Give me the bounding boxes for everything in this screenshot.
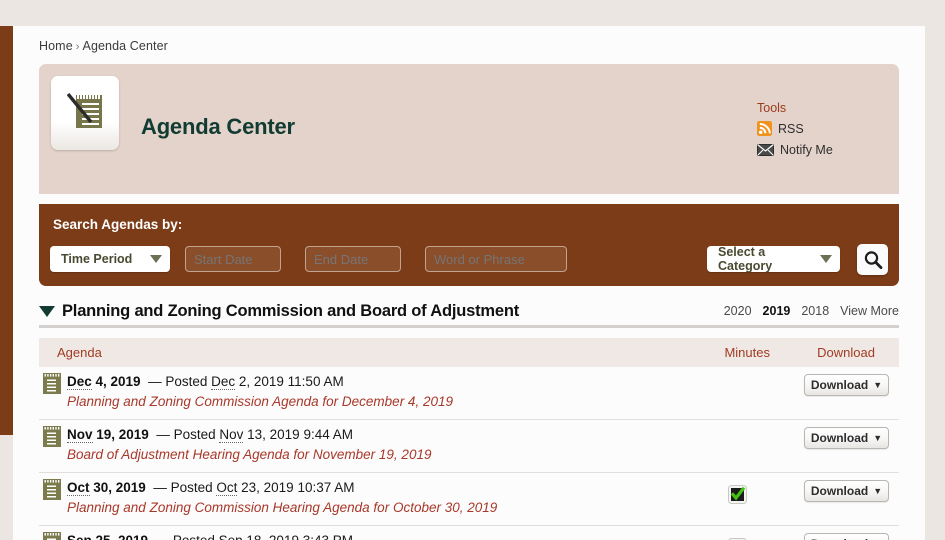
row-download-button[interactable]: Download ▼ <box>804 374 889 396</box>
row-agenda-date: Nov 19, 2019 <box>67 427 149 443</box>
row-agenda-title-link[interactable]: Board of Adjustment Hearing Agenda for N… <box>67 447 431 462</box>
row-download-button[interactable]: Download ▼ <box>804 427 889 449</box>
section-header: Planning and Zoning Commission and Board… <box>39 298 899 324</box>
start-date-input[interactable] <box>185 246 281 272</box>
tools-title: Tools <box>757 101 787 115</box>
rss-icon <box>757 121 772 136</box>
section-divider <box>39 325 899 328</box>
category-select[interactable]: Select a Category <box>707 245 840 273</box>
row-date-line: Dec 4, 2019 — Posted Dec 2, 2019 11:50 A… <box>67 374 344 390</box>
row-download-button[interactable]: Download ▼ <box>804 480 889 502</box>
time-period-value: Time Period <box>61 252 133 266</box>
year-filter-tabs: 2020 2019 2018 View More <box>724 304 899 318</box>
agenda-document-icon <box>43 426 61 447</box>
minutes-checkmark-icon <box>728 485 747 504</box>
row-agenda-title-link[interactable]: Planning and Zoning Commission Agenda fo… <box>67 394 453 409</box>
content-card: Home › Agenda Center Agenda Center Tools… <box>13 26 925 540</box>
row-agenda-date: Oct 30, 2019 <box>67 480 146 496</box>
table-row: Sep 25, 2019 — Posted Sep 18, 2019 3:43 … <box>39 526 899 540</box>
agenda-document-icon <box>43 373 61 394</box>
table-row: Oct 30, 2019 — Posted Oct 23, 2019 10:37… <box>39 473 899 526</box>
tool-notify-me-label[interactable]: Notify Me <box>780 143 833 157</box>
row-posted-text: — Posted Dec 2, 2019 11:50 AM <box>148 374 344 390</box>
row-date-line: Sep 25, 2019 — Posted Sep 18, 2019 3:43 … <box>67 533 353 540</box>
row-date-line: Nov 19, 2019 — Posted Nov 13, 2019 9:44 … <box>67 427 353 443</box>
row-download-button[interactable]: Download▼ <box>804 533 889 540</box>
breadcrumb-separator: › <box>75 41 80 53</box>
row-posted-text: — Posted Oct 23, 2019 10:37 AM <box>153 480 355 496</box>
year-tab-2020[interactable]: 2020 <box>724 304 752 318</box>
tool-notify-me[interactable]: Notify Me <box>757 141 877 158</box>
time-period-select[interactable]: Time Period <box>50 246 170 272</box>
search-icon <box>864 250 882 269</box>
end-date-input[interactable] <box>305 246 401 272</box>
search-controls: Time Period Select a Category <box>50 244 888 275</box>
search-button[interactable] <box>857 244 888 275</box>
category-value: Select a Category <box>718 245 773 273</box>
agenda-document-icon <box>43 532 61 540</box>
agenda-document-icon <box>43 479 61 500</box>
row-posted-text: — Posted Sep 18, 2019 3:43 PM <box>156 533 353 540</box>
section-title: Planning and Zoning Commission and Board… <box>62 301 520 320</box>
table-row: Nov 19, 2019 — Posted Nov 13, 2019 9:44 … <box>39 420 899 473</box>
row-agenda-title-link[interactable]: Planning and Zoning Commission Hearing A… <box>67 500 497 515</box>
agenda-rows: Dec 4, 2019 — Posted Dec 2, 2019 11:50 A… <box>39 367 899 540</box>
chevron-down-icon <box>150 255 162 263</box>
row-minutes-link[interactable] <box>728 485 747 504</box>
row-download-label: Download <box>810 378 869 392</box>
page-banner: Agenda Center Tools RSS Notify Me <box>39 64 899 194</box>
row-download-label: Download <box>810 484 869 498</box>
page-title: Agenda Center <box>141 114 295 139</box>
chevron-down-icon: ▼ <box>873 485 883 496</box>
banner-icon-frame <box>51 76 119 150</box>
chevron-down-icon: ▼ <box>873 432 883 443</box>
notepad-pencil-icon <box>67 92 102 128</box>
column-header-minutes[interactable]: Minutes <box>724 345 770 360</box>
chevron-down-icon: ▼ <box>873 379 883 390</box>
row-agenda-date: Dec 4, 2019 <box>67 374 141 390</box>
view-more-link[interactable]: View More <box>840 304 899 318</box>
breadcrumb-current: Agenda Center <box>82 39 168 53</box>
row-agenda-date: Sep 25, 2019 <box>67 533 148 540</box>
envelope-icon <box>757 143 774 156</box>
column-header-agenda[interactable]: Agenda <box>57 345 102 360</box>
page-root: Home › Agenda Center Agenda Center Tools… <box>0 0 945 540</box>
search-heading: Search Agendas by: <box>53 217 183 232</box>
year-tab-2018[interactable]: 2018 <box>801 304 829 318</box>
search-panel: Search Agendas by: Time Period Select a … <box>39 204 899 286</box>
word-or-phrase-input[interactable] <box>425 246 567 272</box>
row-posted-text: — Posted Nov 13, 2019 9:44 AM <box>156 427 353 443</box>
triangle-down-icon[interactable] <box>39 305 55 317</box>
tools-panel: Tools RSS Notify Me <box>757 101 877 162</box>
row-download-label: Download <box>810 431 869 445</box>
breadcrumb-home[interactable]: Home <box>39 39 73 53</box>
row-date-line: Oct 30, 2019 — Posted Oct 23, 2019 10:37… <box>67 480 355 496</box>
breadcrumb: Home › Agenda Center <box>39 39 168 53</box>
column-header-download[interactable]: Download <box>817 345 875 360</box>
table-header-row: Agenda Minutes Download <box>39 338 899 367</box>
chevron-down-icon <box>820 255 832 263</box>
tool-rss-label[interactable]: RSS <box>778 122 804 136</box>
left-accent-bar <box>0 26 13 435</box>
year-tab-2019[interactable]: 2019 <box>763 304 791 318</box>
table-row: Dec 4, 2019 — Posted Dec 2, 2019 11:50 A… <box>39 367 899 420</box>
tool-rss[interactable]: RSS <box>757 120 877 137</box>
